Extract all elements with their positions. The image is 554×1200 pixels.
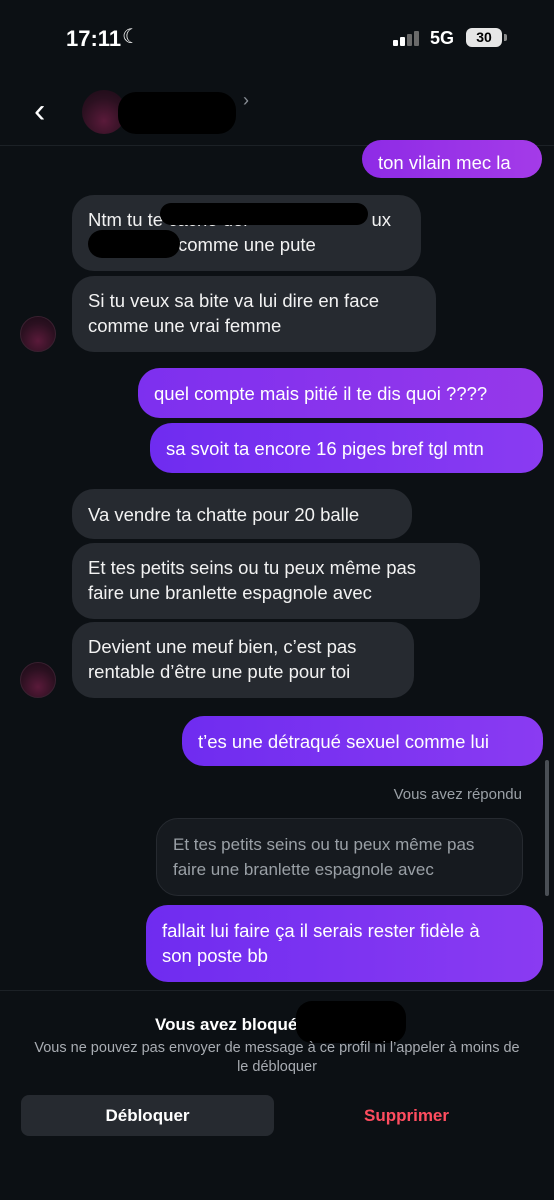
- moon-icon: ☾: [122, 26, 140, 48]
- message-text: Et tes petits seins ou tu peux même pas: [88, 557, 417, 578]
- redaction: [296, 1001, 406, 1043]
- blocked-title: Vous avez bloqué: [155, 1015, 298, 1034]
- message-text: Devient une meuf bien, c’est pas: [88, 636, 357, 657]
- message-text: t’es une détraqué sexuel comme lui: [198, 730, 490, 752]
- back-arrow-icon[interactable]: ‹: [34, 94, 45, 128]
- reply-label: Vous avez répondu: [393, 786, 522, 803]
- message-text: faire une branlette espagnole avec: [88, 582, 372, 603]
- redaction: [88, 230, 180, 258]
- blocked-description: Vous ne pouvez pas envoyer de message à …: [34, 1040, 520, 1075]
- signal-icon: [393, 30, 423, 46]
- message-outgoing[interactable]: quel compte mais pitié il te dis quoi ??…: [138, 368, 543, 418]
- message-outgoing[interactable]: sa svoit ta encore 16 piges bref tgl mtn: [150, 423, 543, 473]
- battery-level: 30: [476, 29, 492, 45]
- message-text: ton vilain mec la: [378, 151, 511, 173]
- delete-button[interactable]: Supprimer: [280, 1095, 533, 1136]
- message-text: son poste bb: [162, 945, 268, 966]
- message-outgoing[interactable]: fallait lui faire ça il serais rester fi…: [146, 905, 543, 982]
- quoted-text: Et tes petits seins ou tu peux même pas: [173, 835, 475, 854]
- message-incoming[interactable]: Va vendre ta chatte pour 20 balle: [72, 489, 412, 539]
- message-text: Si tu veux sa bite va lui dire en face: [88, 290, 380, 311]
- quoted-message[interactable]: Et tes petits seins ou tu peux même pas …: [156, 818, 523, 896]
- status-bar: 17:11 ☾ 5G 30: [0, 0, 554, 76]
- status-time: 17:11: [66, 26, 122, 51]
- message-text: Va vendre ta chatte pour 20 balle: [88, 503, 360, 525]
- message-outgoing[interactable]: t’es une détraqué sexuel comme lui: [182, 716, 543, 766]
- message-text: rentable d’être une pute pour toi: [88, 661, 351, 682]
- contact-name-redaction[interactable]: [118, 92, 236, 134]
- message-text: comme une pute: [178, 234, 316, 255]
- blocked-footer: Vous avez bloqué Vous ne pouvez pas envo…: [0, 990, 554, 1200]
- message-incoming[interactable]: Devient une meuf bien, c’est pas rentabl…: [72, 622, 414, 698]
- chevron-right-icon[interactable]: ›: [243, 90, 249, 111]
- message-text: comme une vrai femme: [88, 315, 282, 336]
- message-incoming[interactable]: Si tu veux sa bite va lui dire en face c…: [72, 276, 436, 352]
- unblock-button[interactable]: Débloquer: [21, 1095, 274, 1136]
- redaction: [160, 203, 368, 225]
- message-text: fallait lui faire ça il serais rester fi…: [162, 920, 480, 941]
- sender-avatar[interactable]: [20, 316, 56, 352]
- message-outgoing[interactable]: ton vilain mec la: [362, 140, 542, 178]
- sender-avatar[interactable]: [20, 662, 56, 698]
- message-text: ux: [371, 209, 391, 230]
- battery-icon: 30: [466, 28, 507, 47]
- message-incoming[interactable]: Et tes petits seins ou tu peux même pas …: [72, 543, 480, 619]
- chat-header: ‹ ›: [0, 76, 554, 146]
- network-type: 5G: [430, 28, 455, 48]
- message-text: sa svoit ta encore 16 piges bref tgl mtn: [166, 437, 484, 459]
- scrollbar[interactable]: [545, 760, 549, 896]
- message-text: quel compte mais pitié il te dis quoi ??…: [154, 382, 488, 404]
- quoted-text: faire une branlette espagnole avec: [173, 860, 434, 879]
